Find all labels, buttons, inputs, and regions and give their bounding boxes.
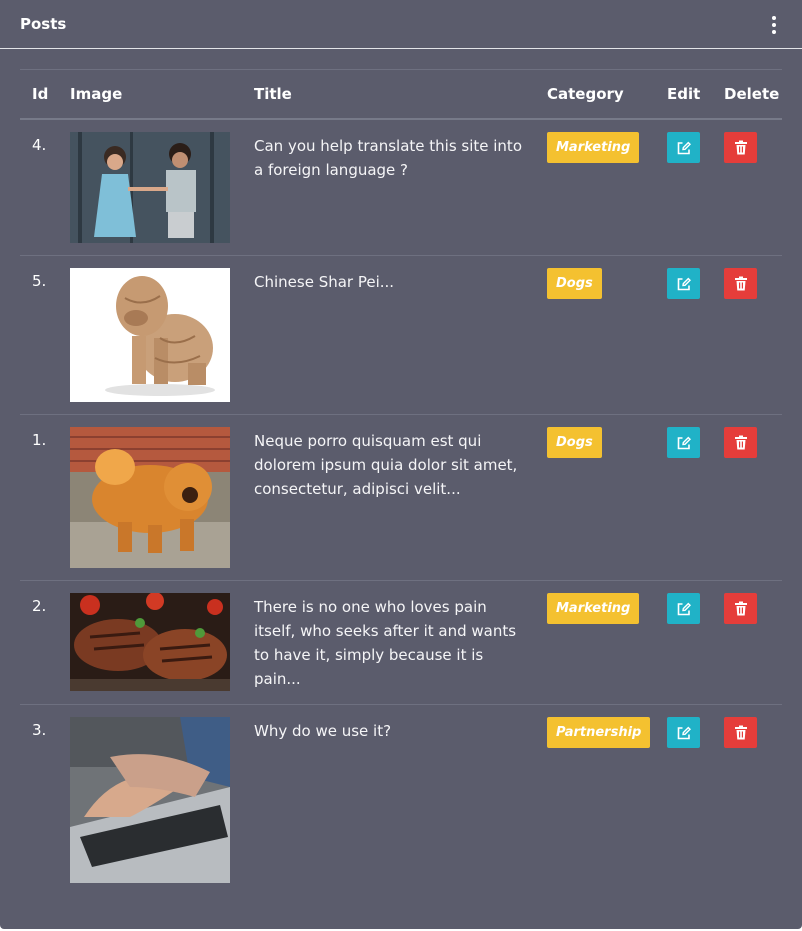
header-title: Title xyxy=(254,85,292,103)
photo-grilled-steaks xyxy=(70,593,230,691)
vertical-dots-icon[interactable] xyxy=(770,16,778,34)
edit-button[interactable] xyxy=(667,268,700,299)
photo-hands-typing-laptop xyxy=(70,717,230,883)
row-id: 5. xyxy=(32,272,47,290)
row-title: Neque porro quisquam est qui dolorem ips… xyxy=(254,432,518,498)
trash-icon xyxy=(734,601,747,616)
edit-button[interactable] xyxy=(667,593,700,624)
pencil-square-icon xyxy=(677,141,691,154)
delete-button[interactable] xyxy=(724,132,757,163)
row-id: 3. xyxy=(32,721,47,739)
header-edit: Edit xyxy=(667,85,701,103)
trash-icon xyxy=(734,276,747,291)
row-id: 2. xyxy=(32,597,47,615)
table-header: Id Image Title Category Edit Delete xyxy=(20,69,782,120)
edit-button[interactable] xyxy=(667,427,700,458)
edit-button[interactable] xyxy=(667,717,700,748)
header-category: Category xyxy=(547,85,624,103)
delete-button[interactable] xyxy=(724,717,757,748)
category-badge: Marketing xyxy=(547,593,640,624)
delete-button[interactable] xyxy=(724,427,757,458)
trash-icon xyxy=(734,725,747,740)
delete-button[interactable] xyxy=(724,268,757,299)
header-delete: Delete xyxy=(724,85,780,103)
header-id: Id xyxy=(32,85,49,103)
posts-table: Id Image Title Category Edit Delete 4. C… xyxy=(20,69,782,885)
category-badge: Dogs xyxy=(547,268,602,299)
edit-button[interactable] xyxy=(667,132,700,163)
pencil-square-icon xyxy=(677,436,691,449)
category-badge: Partnership xyxy=(547,717,651,748)
pencil-square-icon xyxy=(677,602,691,615)
row-title: There is no one who loves pain itself, w… xyxy=(254,598,517,688)
pencil-square-icon xyxy=(677,726,691,739)
delete-button[interactable] xyxy=(724,593,757,624)
card-header: Posts xyxy=(0,0,802,49)
photo-chow-chow-dog xyxy=(70,427,230,568)
table-row: 2. There is no one who loves pain itself… xyxy=(20,581,782,705)
trash-icon xyxy=(734,435,747,450)
table-row: 1. Neque porro quisquam est qui dolorem … xyxy=(20,415,782,581)
posts-card: Posts Id Image Title Category Edit Delet… xyxy=(0,0,802,929)
row-id: 1. xyxy=(32,431,47,449)
trash-icon xyxy=(734,140,747,155)
row-id: 4. xyxy=(32,136,47,154)
row-title: Chinese Shar Pei... xyxy=(254,273,395,291)
header-image: Image xyxy=(70,85,123,103)
photo-children-holding-hands xyxy=(70,132,230,243)
photo-shar-pei-dog xyxy=(70,268,230,402)
pencil-square-icon xyxy=(677,277,691,290)
table-row: 5. Chinese Shar Pei... Dogs xyxy=(20,256,782,415)
category-badge: Dogs xyxy=(547,427,602,458)
category-badge: Marketing xyxy=(547,132,640,163)
table-row: 4. Can you help translate this site into… xyxy=(20,120,782,256)
row-title: Why do we use it? xyxy=(254,722,392,740)
card-title: Posts xyxy=(20,15,67,33)
table-row: 3. Why do we use it? Partnership xyxy=(20,705,782,885)
row-title: Can you help translate this site into a … xyxy=(254,137,522,179)
